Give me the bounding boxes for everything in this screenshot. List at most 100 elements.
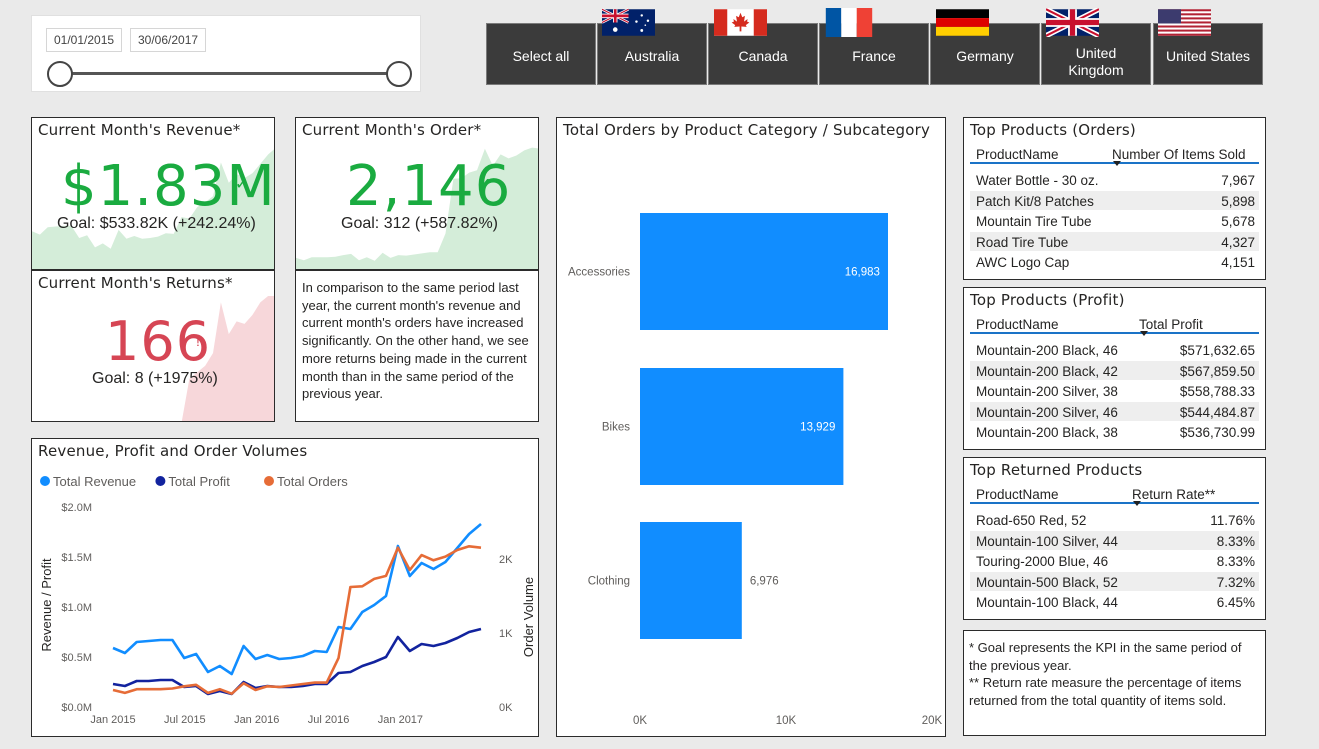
series-line-total-revenue[interactable] (112, 523, 482, 676)
cell-product-name: Touring-2000 Blue, 46 (976, 554, 1109, 570)
date-slider-track[interactable] (60, 72, 400, 75)
cell-product-name: Patch Kit/8 Patches (976, 193, 1094, 209)
column-header-product-name[interactable]: ProductName (976, 317, 1059, 332)
table-row[interactable]: Mountain-500 Black, 52 7.32% (970, 571, 1259, 593)
table-row[interactable]: Mountain-200 Black, 38 $536,730.99 (970, 422, 1259, 443)
y-tick-label: $1.5M (61, 552, 92, 564)
column-header-product-name[interactable]: ProductName (976, 487, 1059, 502)
cell-product-name: Mountain-200 Black, 38 (976, 425, 1118, 441)
table-row[interactable]: Mountain-200 Silver, 46 $544,484.87 (970, 401, 1259, 423)
series-line-total-orders[interactable] (112, 545, 482, 695)
column-header-return-rate[interactable]: Return Rate** (1132, 487, 1215, 502)
date-slider-start-handle[interactable] (47, 61, 73, 87)
kpi-goal: Goal: 8 (+1975%) (92, 370, 218, 387)
exclamation-icon: ! (196, 333, 200, 349)
y2-tick-label: 2K (499, 554, 513, 566)
y-tick-label: $2.0M (61, 502, 92, 514)
kpi-goal: Goal: 312 (+587.82%) (341, 215, 498, 232)
x-tick-label: Jul 2015 (164, 714, 206, 726)
cell-value: 11.76% (1210, 513, 1255, 528)
data-label: 16,983 (845, 267, 880, 279)
column-header-product-name[interactable]: ProductName (976, 147, 1059, 162)
kpi-card-returns: Current Month's Returns* 166 ! Goal: 8 (… (31, 270, 275, 422)
legend-label: Total Profit (168, 474, 230, 489)
sort-descending-icon[interactable] (1133, 501, 1141, 506)
table-row[interactable]: Touring-2000 Blue, 46 8.33% (970, 551, 1259, 572)
cell-value: $558,788.33 (1179, 384, 1255, 400)
cell-value: 7,967 (1221, 173, 1255, 188)
cell-value: 7.32% (1216, 574, 1255, 590)
table-row[interactable]: AWC Logo Cap 4,151 (970, 252, 1259, 273)
cell-product-name: Mountain-100 Silver, 44 (976, 533, 1118, 549)
country-label: Canada (738, 47, 788, 64)
x-tick-label: Jul 2016 (308, 714, 350, 726)
cell-product-name: Mountain Tire Tube (976, 214, 1092, 230)
end-date-input[interactable]: 30/06/2017 (130, 28, 207, 52)
column-header-items-sold[interactable]: Number Of Items Sold (1112, 147, 1246, 162)
table-row[interactable]: Mountain-100 Silver, 44 8.33% (970, 530, 1259, 552)
bar-chart: Accessories 16,983 Bikes 13,929 Clothing 6,97… (568, 213, 943, 727)
table-row[interactable]: Mountain-200 Silver, 38 $558,788.33 (970, 381, 1259, 402)
bar-clothing[interactable] (640, 522, 742, 639)
cell-value: 4,327 (1221, 234, 1255, 250)
x-tick-label: Jan 2017 (378, 714, 423, 726)
cell-product-name: Road-650 Red, 52 (976, 513, 1087, 528)
line-chart: Total Revenue Total Profit Total Orders $0.… (39, 474, 536, 726)
table-row[interactable]: Patch Kit/8 Patches 5,898 (970, 190, 1259, 212)
legend-item[interactable]: Total Profit (155, 474, 230, 489)
table-row[interactable]: Mountain-100 Black, 44 6.45% (970, 592, 1259, 613)
country-label: United States (1165, 47, 1251, 64)
legend-item[interactable]: Total Revenue (40, 474, 136, 489)
footnote-goal: * Goal represents the KPI in the same pe… (969, 640, 1242, 673)
legend-marker (40, 476, 50, 486)
table-row[interactable]: Mountain Tire Tube 5,678 (970, 211, 1259, 232)
cell-value: 8.33% (1216, 533, 1255, 549)
y-axis-title: Revenue / Profit (39, 558, 54, 652)
country-label: Select all (512, 47, 570, 64)
country-button-select-all[interactable]: Select all (486, 23, 596, 85)
cell-value: 8.33% (1216, 554, 1255, 570)
category-label: Accessories (568, 267, 630, 279)
table-title: Top Products (Profit) (970, 291, 1125, 309)
table: ProductName Total Profit Mountain-200 Bl… (970, 312, 1259, 443)
cell-product-name: Road Tire Tube (976, 234, 1069, 250)
y2-tick-label: 0K (499, 702, 513, 714)
top-products-orders-table: Top Products (Orders) ProductName Number… (963, 117, 1266, 280)
column-header-total-profit[interactable]: Total Profit (1139, 317, 1203, 332)
checkmark-icon: ✓ (478, 176, 492, 193)
date-range-slicer: 01/01/2015 30/06/2017 (31, 15, 421, 92)
sort-descending-icon[interactable] (1140, 331, 1148, 336)
cell-value: $571,632.65 (1179, 343, 1255, 358)
cell-value: 5,898 (1221, 193, 1255, 209)
germany-flag-icon (936, 9, 989, 36)
data-label: 6,976 (750, 576, 779, 588)
top-returned-products-table: Top Returned Products ProductName Return… (963, 457, 1266, 620)
table-row[interactable]: Water Bottle - 30 oz. 7,967 (970, 170, 1259, 191)
x-tick-label: 10K (776, 715, 797, 727)
y2-axis-title: Order Volume (521, 577, 536, 657)
table-row[interactable]: Road-650 Red, 52 11.76% (970, 510, 1259, 531)
x-tick-label: Jan 2015 (90, 714, 135, 726)
y-tick-label: $1.0M (61, 602, 92, 614)
start-date-input[interactable]: 01/01/2015 (46, 28, 123, 52)
kpi-title: Current Month's Returns* (38, 274, 233, 292)
legend-label: Total Orders (277, 474, 348, 489)
footnote-card: * Goal represents the KPI in the same pe… (963, 630, 1266, 736)
table-row[interactable]: Mountain-200 Black, 42 $567,859.50 (970, 360, 1259, 382)
date-slider-end-handle[interactable] (386, 61, 412, 87)
cell-product-name: Mountain-200 Silver, 38 (976, 384, 1118, 400)
country-label: France (852, 47, 896, 64)
bar-chart-card: Total Orders by Product Category / Subca… (556, 117, 946, 737)
table-row[interactable]: Mountain-200 Black, 46 $571,632.65 (970, 340, 1259, 361)
footnote-text: * Goal represents the KPI in the same pe… (969, 639, 1259, 709)
checkmark-icon: ✓ (235, 176, 249, 193)
table-row[interactable]: Road Tire Tube 4,327 (970, 231, 1259, 253)
y2-tick-label: 1K (499, 628, 513, 640)
cell-product-name: Mountain-500 Black, 52 (976, 574, 1118, 590)
legend-item[interactable]: Total Orders (264, 474, 348, 489)
table-title: Top Products (Orders) (970, 121, 1136, 139)
sort-descending-icon[interactable] (1113, 161, 1121, 166)
commentary-card: In comparison to the same period last ye… (295, 270, 539, 422)
legend-label: Total Revenue (53, 474, 136, 489)
kpi-goal: Goal: $533.82K (+242.24%) (57, 215, 256, 232)
